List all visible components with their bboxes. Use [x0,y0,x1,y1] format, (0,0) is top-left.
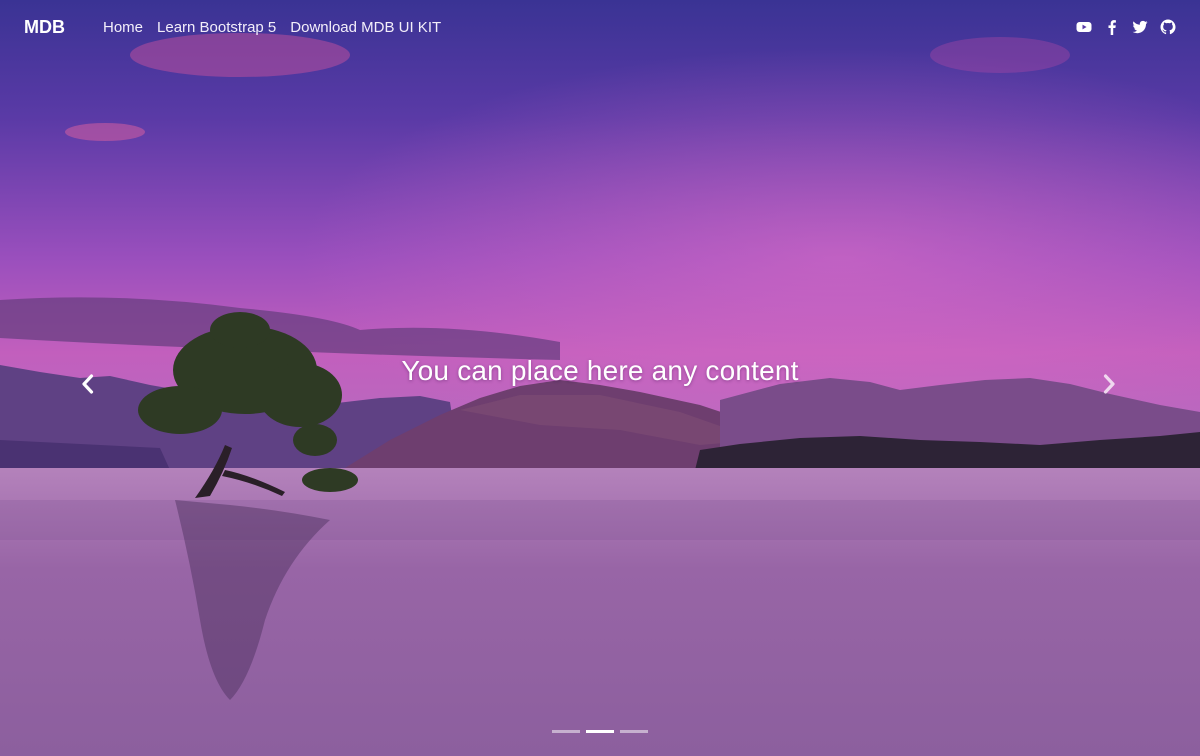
carousel-prev-button[interactable] [72,368,104,400]
carousel-indicator-1[interactable] [552,730,580,733]
chevron-left-icon [82,374,94,394]
carousel-indicator-2[interactable] [586,730,614,733]
nav-link-home[interactable]: Home [103,19,150,36]
navbar: MDB Home Learn Bootstrap 5 Download MDB … [0,0,1200,54]
nav-link-learn-bootstrap[interactable]: Learn Bootstrap 5 [150,19,283,36]
facebook-icon[interactable] [1104,19,1120,35]
chevron-right-icon [1103,374,1115,394]
carousel-next-button[interactable] [1093,368,1125,400]
carousel-indicators [0,730,1200,733]
nav-links: Home Learn Bootstrap 5 Download MDB UI K… [103,19,448,36]
carousel-indicator-3[interactable] [620,730,648,733]
brand-logo[interactable]: MDB [24,17,65,38]
carousel-caption: You can place here any content [401,355,799,386]
twitter-icon[interactable] [1132,19,1148,35]
social-links [1076,19,1176,35]
github-icon[interactable] [1160,19,1176,35]
youtube-icon[interactable] [1076,19,1092,35]
hero-carousel: MDB Home Learn Bootstrap 5 Download MDB … [0,0,1200,756]
nav-link-download-mdb[interactable]: Download MDB UI KIT [283,19,448,36]
